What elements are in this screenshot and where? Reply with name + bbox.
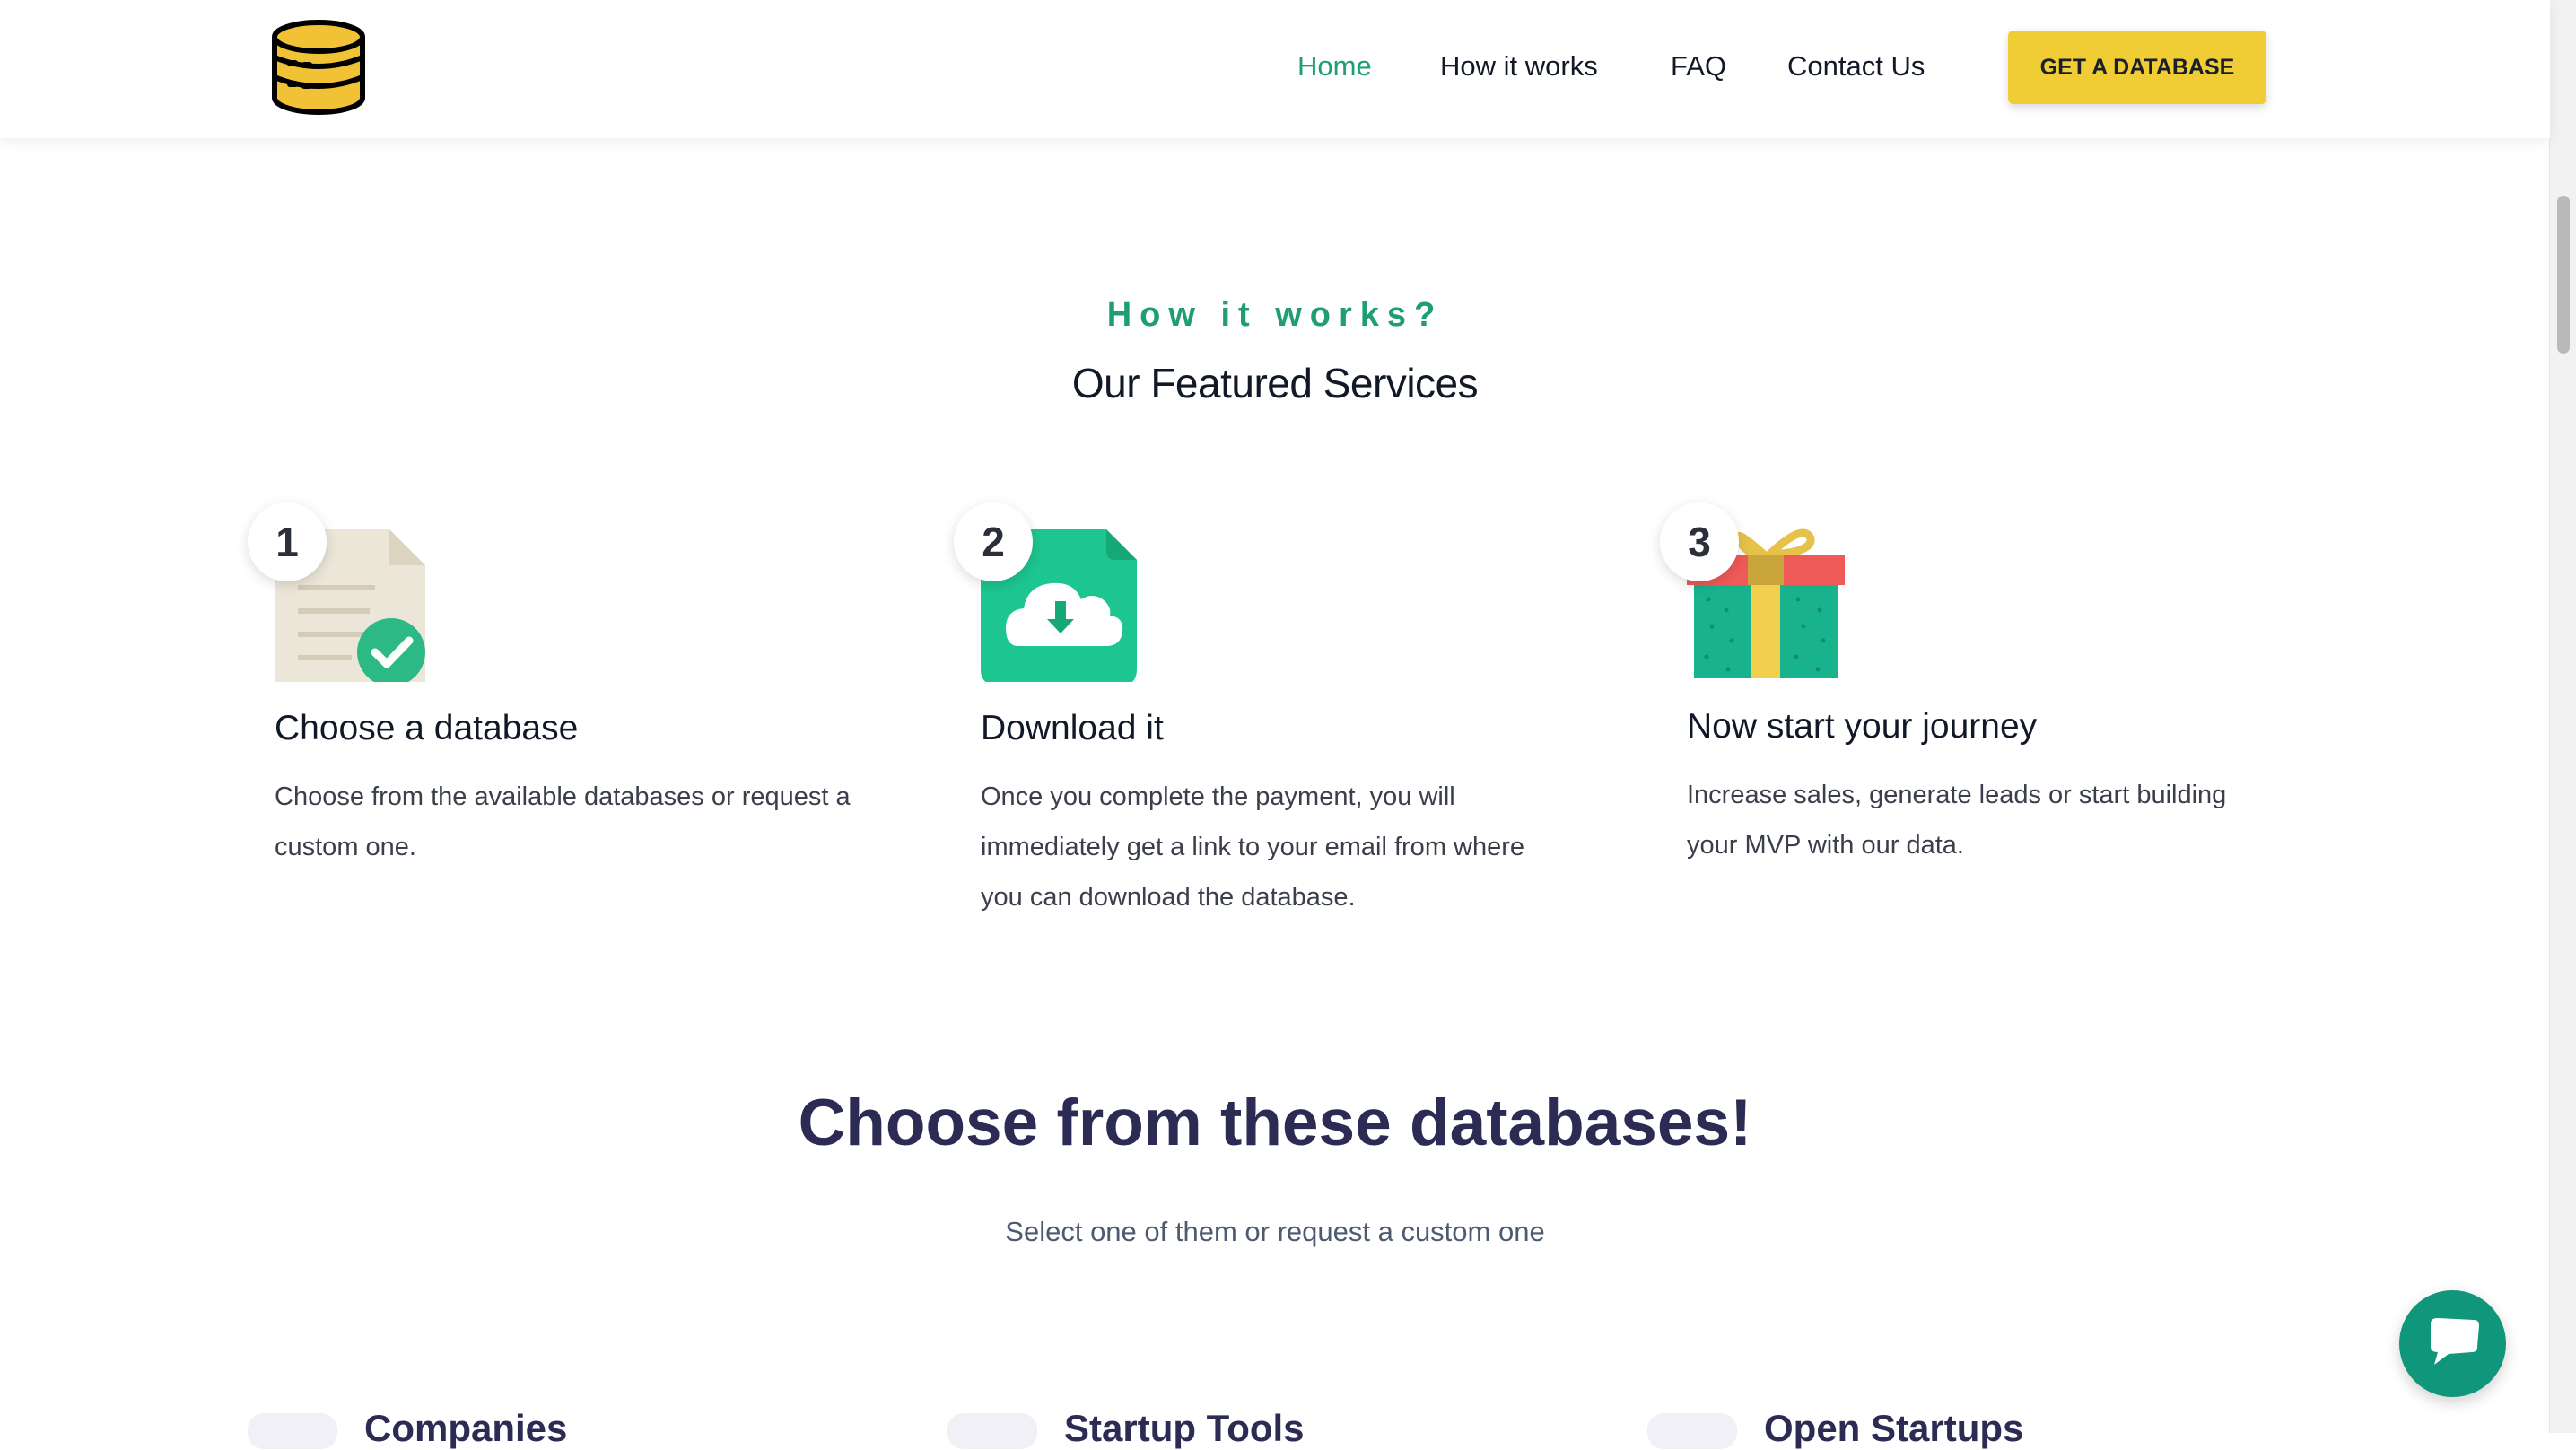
startup-tools-card-title[interactable]: Startup Tools bbox=[1064, 1407, 1305, 1450]
section-eyebrow: How it works? bbox=[1106, 296, 1444, 334]
step-title: Now start your journey bbox=[1687, 707, 2038, 746]
section-title: Our Featured Services bbox=[1071, 360, 1479, 406]
site-header: Home How it works FAQ Contact Us GET A D… bbox=[0, 0, 2550, 138]
open-startups-card-title[interactable]: Open Startups bbox=[1764, 1407, 2023, 1450]
open-startups-card-icon bbox=[1647, 1413, 1737, 1449]
page-scrollbar[interactable] bbox=[2549, 0, 2576, 1433]
scrollbar-thumb[interactable] bbox=[2557, 196, 2570, 354]
startup-tools-card-icon bbox=[947, 1413, 1037, 1449]
step-description: Increase sales, generate leads or start … bbox=[1687, 781, 2227, 860]
step-description: Once you complete the payment, you will … bbox=[981, 782, 1525, 912]
step-number-badge: 1 bbox=[248, 502, 327, 581]
step-number-badge: 3 bbox=[1660, 502, 1739, 581]
nav-faq-link[interactable]: FAQ bbox=[1671, 48, 1726, 84]
databases-title: Choose from these databases! bbox=[798, 1087, 1752, 1159]
get-a-database-button[interactable]: GET A DATABASE bbox=[2008, 31, 2266, 104]
nav-home-link[interactable]: Home bbox=[1297, 48, 1372, 84]
step-title: Choose a database bbox=[275, 709, 579, 747]
nav-how-it-works-link[interactable]: How it works bbox=[1440, 48, 1598, 84]
companies-card-title[interactable]: Companies bbox=[364, 1407, 567, 1450]
step-description: Choose from the available databases or r… bbox=[275, 782, 851, 861]
step-title: Download it bbox=[981, 709, 1164, 747]
nav-contact-us-link[interactable]: Contact Us bbox=[1787, 48, 1925, 84]
databases-subtitle: Select one of them or request a custom o… bbox=[1005, 1216, 1545, 1247]
step-number-badge: 2 bbox=[954, 502, 1033, 581]
companies-card-icon bbox=[248, 1413, 337, 1449]
chat-bubble-icon bbox=[2425, 1316, 2481, 1371]
database-logo-icon[interactable] bbox=[271, 20, 366, 115]
chat-button[interactable] bbox=[2399, 1290, 2506, 1397]
